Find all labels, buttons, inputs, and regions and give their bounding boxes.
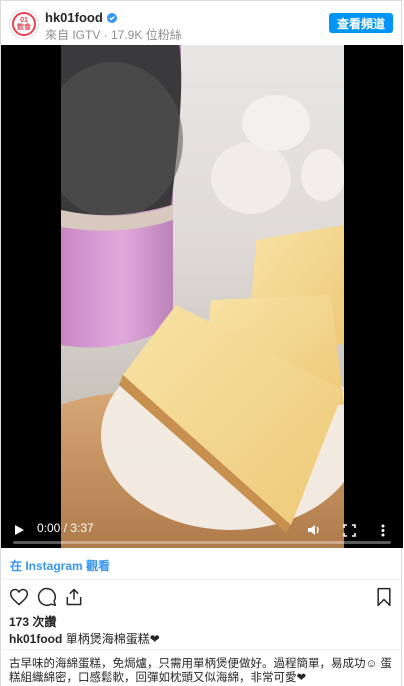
description-section: 古早味的海綿蛋糕，免焗爐，只需用單柄煲便做好。過程簡單，易成功☺ 蛋糕組織綿密，… — [1, 649, 401, 685]
caption: hk01food 單柄煲海棉蛋糕❤ — [9, 630, 160, 647]
video-progress-bar[interactable] — [13, 541, 391, 544]
post-header: 01 飲食 hk01food 來自 IGTV · 17.9K 位粉絲 查看頻道 — [1, 1, 401, 45]
username-link[interactable]: hk01food — [45, 10, 103, 25]
share-icon[interactable] — [64, 587, 84, 607]
verified-badge-icon — [106, 12, 117, 23]
video-controls: 0:00 / 3:37 — [1, 508, 403, 548]
avatar-logo-line2: 飲食 — [17, 24, 31, 31]
heart-icon[interactable] — [9, 587, 29, 607]
caption-text: 單柄煲海棉蛋糕❤ — [65, 632, 160, 646]
watch-on-instagram-link[interactable]: 在 Instagram 觀看 — [10, 557, 110, 574]
comment-icon[interactable] — [37, 587, 57, 607]
instagram-embed-card: 01 飲食 hk01food 來自 IGTV · 17.9K 位粉絲 查看頻道 — [0, 0, 403, 686]
fullscreen-icon[interactable] — [343, 524, 356, 537]
view-channel-button[interactable]: 查看頻道 — [328, 13, 393, 33]
video-still-image — [61, 45, 344, 548]
more-vertical-icon[interactable] — [381, 524, 385, 537]
play-icon[interactable] — [13, 524, 25, 536]
avatar-logo-line1: 01 — [20, 17, 28, 24]
avatar-logo: 01 飲食 — [12, 12, 36, 36]
caption-username[interactable]: hk01food — [9, 632, 62, 646]
action-bar — [9, 587, 393, 611]
bookmark-icon[interactable] — [375, 587, 393, 607]
likes-count[interactable]: 173 次讚 — [9, 613, 56, 630]
video-player[interactable]: 0:00 / 3:37 — [1, 45, 403, 548]
video-frame — [61, 45, 344, 548]
divider — [1, 579, 401, 580]
source-and-followers: 來自 IGTV · 17.9K 位粉絲 — [45, 28, 182, 42]
volume-icon[interactable] — [307, 524, 321, 536]
username-row: hk01food — [45, 10, 117, 25]
avatar[interactable]: 01 飲食 — [9, 9, 39, 39]
video-time: 0:00 / 3:37 — [37, 521, 94, 535]
description-text: 古早味的海綿蛋糕，免焗爐，只需用單柄煲便做好。過程簡單，易成功☺ 蛋糕組織綿密，… — [9, 658, 392, 684]
